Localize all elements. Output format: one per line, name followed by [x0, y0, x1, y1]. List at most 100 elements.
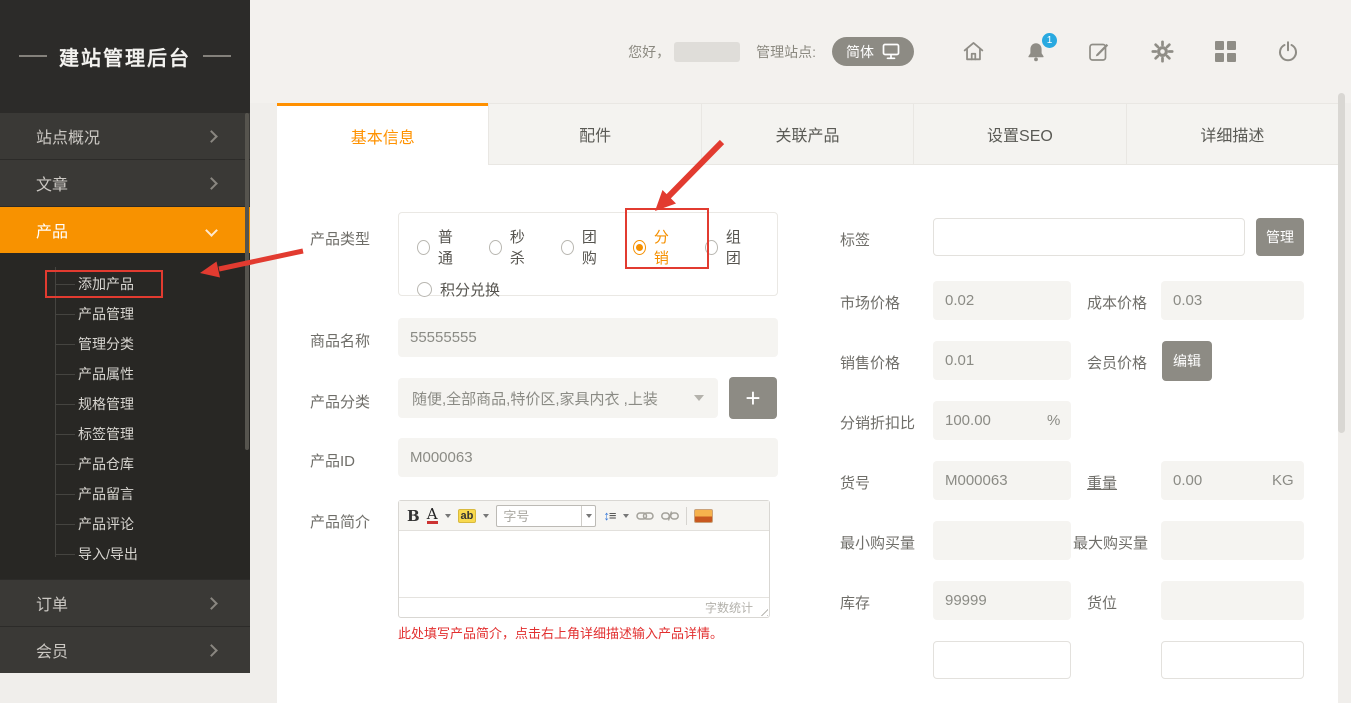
sidebar-item-products[interactable]: 产品 [0, 206, 250, 253]
item-no-input[interactable] [933, 461, 1071, 500]
page-scrollbar[interactable] [1338, 93, 1345, 433]
font-size-select[interactable]: 字号 [496, 505, 596, 527]
tab-accessories[interactable]: 配件 [488, 103, 700, 165]
chevron-right-icon [205, 130, 218, 143]
submenu-item-tag-management[interactable]: 标签管理 [0, 419, 250, 449]
manage-tags-button[interactable]: 管理 [1256, 218, 1304, 256]
radio-normal[interactable]: 普通 [417, 226, 463, 268]
tab-related-products[interactable]: 关联产品 [701, 103, 913, 165]
submenu-item-spec-management[interactable]: 规格管理 [0, 389, 250, 419]
lines-icon: ≡ [609, 508, 617, 523]
editor-toolbar: B A ab 字号 ↕ ≡ [399, 501, 769, 531]
sidebar-item-orders[interactable]: 订单 [0, 579, 250, 626]
product-intro-label: 产品简介 [310, 511, 370, 532]
radio-team-buy[interactable]: 组团 [705, 226, 751, 268]
kg-suffix: KG [1272, 472, 1294, 489]
stock-input[interactable] [933, 581, 1071, 620]
chevron-down-icon [205, 224, 218, 237]
insert-image-button[interactable] [694, 509, 713, 523]
sidebar-item-label: 站点概况 [36, 124, 100, 148]
font-color-button[interactable]: A [427, 507, 438, 524]
chevron-right-icon [205, 177, 218, 190]
product-name-input[interactable] [398, 318, 778, 357]
monitor-icon [882, 43, 900, 60]
chevron-right-icon [205, 597, 218, 610]
product-type-label: 产品类型 [310, 228, 370, 249]
line-height-button[interactable]: ↕ ≡ [603, 508, 616, 523]
submenu-item-product-attributes[interactable]: 产品属性 [0, 359, 250, 389]
tab-basic-info[interactable]: 基本信息 [277, 103, 488, 165]
apps-button[interactable] [1212, 39, 1238, 65]
app-logo: 建站管理后台 [0, 0, 250, 112]
rich-text-editor: B A ab 字号 ↕ ≡ [398, 500, 770, 618]
home-icon [961, 39, 986, 64]
header-icons: 1 [960, 39, 1301, 65]
sidebar-item-articles[interactable]: 文章 [0, 159, 250, 206]
grid-icon [1215, 41, 1236, 62]
settings-button[interactable] [1149, 39, 1175, 65]
notifications-button[interactable]: 1 [1023, 39, 1049, 65]
sidebar-item-label: 文章 [36, 171, 68, 195]
highlight-caret[interactable] [483, 514, 489, 518]
product-name-label: 商品名称 [310, 330, 370, 351]
market-price-input[interactable] [933, 281, 1071, 320]
min-purchase-label: 最小购买量 [840, 532, 915, 553]
partial-input-right[interactable] [1161, 641, 1304, 679]
radio-icon [705, 240, 718, 255]
min-purchase-input[interactable] [933, 521, 1071, 560]
submenu-item-product-management[interactable]: 产品管理 [0, 299, 250, 329]
radio-icon [489, 240, 502, 255]
chevron-down-icon [694, 395, 704, 401]
submenu-item-add-product[interactable]: 添加产品 [0, 269, 250, 299]
font-color-caret[interactable] [445, 514, 451, 518]
bold-button[interactable]: B [407, 507, 420, 525]
radio-distribution[interactable]: 分销 [633, 226, 679, 268]
distribution-ratio-label: 分销折扣比 [840, 412, 915, 433]
submenu-item-product-warehouse[interactable]: 产品仓库 [0, 449, 250, 479]
radio-group-buy[interactable]: 团购 [561, 226, 607, 268]
home-button[interactable] [960, 39, 986, 65]
resize-grip[interactable] [757, 605, 768, 616]
location-input[interactable] [1161, 581, 1304, 620]
sale-price-input[interactable] [933, 341, 1071, 380]
notification-badge: 1 [1042, 33, 1057, 48]
tab-seo-settings[interactable]: 设置SEO [913, 103, 1125, 165]
submenu-item-product-messages[interactable]: 产品留言 [0, 479, 250, 509]
max-purchase-input[interactable] [1161, 521, 1304, 560]
sidebar-item-label: 订单 [36, 591, 68, 615]
sidebar-scrollbar[interactable] [245, 113, 249, 450]
logo-dash-left [19, 55, 47, 57]
intro-hint-text: 此处填写产品简介，点击右上角详细描述输入产品详情。 [398, 623, 723, 642]
editor-text-area[interactable] [399, 531, 769, 597]
product-category-label: 产品分类 [310, 391, 370, 412]
top-header: 您好， 管理站点: 简体 1 [250, 0, 1351, 103]
unlink-icon[interactable] [661, 509, 679, 523]
add-category-button[interactable]: + [729, 377, 777, 419]
compose-button[interactable] [1086, 39, 1112, 65]
cost-price-input[interactable] [1161, 281, 1304, 320]
language-switch-button[interactable]: 简体 [832, 37, 914, 66]
radio-flash-sale[interactable]: 秒杀 [489, 226, 535, 268]
redacted-username [674, 42, 740, 62]
line-height-caret[interactable] [623, 514, 629, 518]
item-no-label: 货号 [840, 472, 870, 493]
partial-input-left[interactable] [933, 641, 1071, 679]
radio-points-exchange[interactable]: 积分兑换 [417, 279, 500, 300]
sidebar-item-label: 会员 [36, 638, 68, 662]
radio-icon [417, 240, 430, 255]
submenu-item-import-export[interactable]: 导入/导出 [0, 539, 250, 569]
tag-input[interactable] [933, 218, 1245, 256]
logout-button[interactable] [1275, 39, 1301, 65]
tab-bar: 基本信息 配件 关联产品 设置SEO 详细描述 [277, 103, 1338, 165]
sidebar-item-site-overview[interactable]: 站点概况 [0, 112, 250, 159]
sidebar-item-members[interactable]: 会员 [0, 626, 250, 673]
tab-detailed-description[interactable]: 详细描述 [1126, 103, 1338, 165]
submenu-item-manage-categories[interactable]: 管理分类 [0, 329, 250, 359]
product-id-input[interactable] [398, 438, 778, 477]
highlight-button[interactable]: ab [458, 509, 477, 523]
manage-site-label: 管理站点: [756, 42, 816, 62]
link-icon[interactable] [636, 509, 654, 523]
submenu-item-product-reviews[interactable]: 产品评论 [0, 509, 250, 539]
edit-member-price-button[interactable]: 编辑 [1162, 341, 1212, 381]
product-category-select[interactable]: 随便,全部商品,特价区,家具内衣 ,上装 [398, 378, 718, 418]
